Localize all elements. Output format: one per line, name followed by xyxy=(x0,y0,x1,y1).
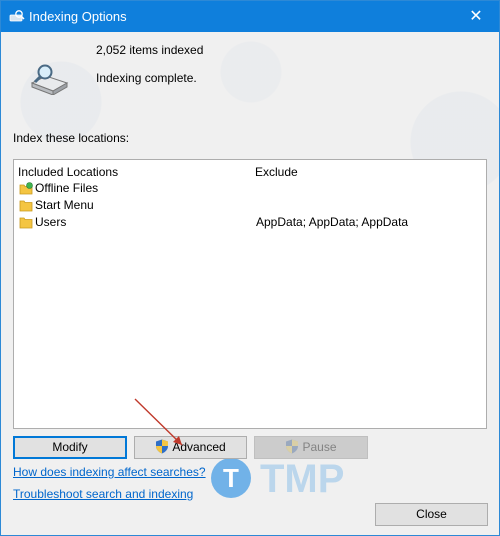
indexing-app-icon xyxy=(9,10,25,22)
uac-shield-icon xyxy=(286,439,299,454)
troubleshoot-link[interactable]: Troubleshoot search and indexing xyxy=(13,487,193,501)
location-exclude: AppData; AppData; AppData xyxy=(256,215,409,229)
location-name: Offline Files xyxy=(35,181,99,195)
locations-label: Index these locations: xyxy=(13,131,130,145)
folder-icon xyxy=(19,200,33,212)
pause-label: Pause xyxy=(302,440,337,454)
locations-list[interactable]: Included Locations Exclude Offline Files… xyxy=(13,159,487,501)
window-title: Indexing Options xyxy=(29,9,127,24)
location-name: Users xyxy=(35,215,67,229)
location-name: Start Menu xyxy=(35,198,94,212)
advanced-button[interactable]: Advanced xyxy=(134,436,247,459)
list-item[interactable]: Users AppData; AppData; AppData xyxy=(14,214,486,231)
items-indexed-count: 2,052 items indexed xyxy=(96,43,204,57)
indexing-options-window: Indexing Options ✕ 2,052 items indexed I… xyxy=(0,0,500,536)
column-header-exclude[interactable]: Exclude xyxy=(255,165,298,179)
close-button[interactable]: Close xyxy=(375,503,488,526)
modify-button[interactable]: Modify xyxy=(13,436,127,459)
modify-label: Modify xyxy=(52,440,88,454)
folder-icon xyxy=(19,217,33,229)
title-close-button[interactable]: ✕ xyxy=(453,1,499,32)
watermark-text: TMP xyxy=(260,457,344,501)
close-label: Close xyxy=(416,507,447,521)
title-bar[interactable]: Indexing Options ✕ xyxy=(1,1,499,32)
indexing-status: Indexing complete. xyxy=(96,71,197,85)
offline-files-icon xyxy=(19,182,33,195)
indexing-help-link[interactable]: How does indexing affect searches? xyxy=(13,465,206,479)
indexing-drive-icon xyxy=(30,64,69,95)
pause-button[interactable]: Pause xyxy=(254,436,368,459)
list-item[interactable]: Start Menu xyxy=(14,197,486,214)
advanced-label: Advanced xyxy=(172,440,226,454)
uac-shield-icon xyxy=(156,439,169,454)
tmp-watermark: T TMP xyxy=(211,457,344,501)
watermark-letter: T xyxy=(223,463,239,493)
column-header-included[interactable]: Included Locations xyxy=(18,165,118,179)
list-item[interactable]: Offline Files xyxy=(14,180,486,197)
